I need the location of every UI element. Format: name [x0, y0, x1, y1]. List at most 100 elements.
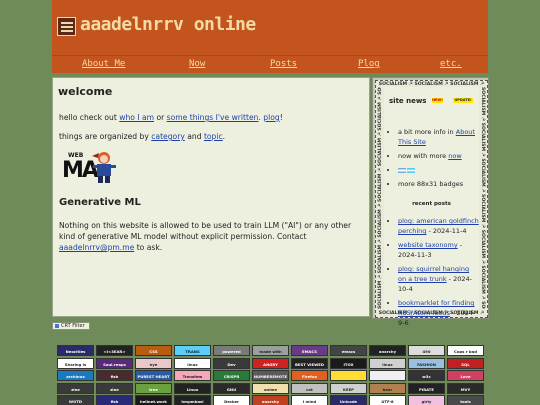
badge-88x31[interactable]: powered	[213, 345, 250, 356]
badge-88x31[interactable]: I mind	[291, 395, 328, 405]
badge-88x31[interactable]: emacs	[330, 345, 367, 356]
badge-88x31[interactable]: Cops r bad	[447, 345, 484, 356]
socialism-ribbon-left: SOCIALISM ☭ SOCIALISM ☭ SOCIALISM ☭ SOCI…	[377, 87, 384, 309]
badge-88x31[interactable]: anarchy	[369, 345, 406, 356]
badge-88x31[interactable]: SQL	[447, 357, 484, 369]
badge-88x31[interactable]: BEST VIEWED	[291, 357, 328, 369]
generative-ml-text: to ask.	[134, 243, 163, 252]
nav-plog[interactable]: Plog	[358, 59, 380, 69]
intro-paragraph: hello check out who I am or some things …	[59, 112, 365, 123]
badge-88x31[interactable]: Sharing is	[57, 357, 94, 369]
main-nav: About Me Now Posts Plog etc.	[52, 55, 488, 73]
badge-88x31[interactable]: tools	[447, 395, 484, 405]
written-link[interactable]: some things I've written	[167, 113, 259, 122]
recent-post-item: plog: squirrel hanging on a tree trunk -…	[398, 264, 479, 294]
category-link[interactable]: category	[151, 132, 185, 141]
badge-88x31[interactable]: EMACS	[291, 345, 328, 356]
badge-88x31[interactable]: linux	[174, 357, 211, 369]
badge-88x31[interactable]: cat	[291, 382, 328, 394]
recent-post-item: plog: american goldfinch perching - 2024…	[398, 216, 479, 236]
badge-88x31[interactable]: CRISPR	[213, 370, 250, 381]
badge-88x31[interactable]: <I<3EAR>	[96, 345, 133, 356]
badge-88x31[interactable]: Decker	[213, 395, 250, 405]
badge-88x31[interactable]: w3c	[408, 370, 445, 381]
crt-filter-toggle[interactable]: CRT Filter	[52, 322, 90, 330]
badge-88x31[interactable]: Firefox	[291, 370, 328, 381]
badge-88x31[interactable]: Unicode	[330, 395, 367, 405]
recent-post-link[interactable]: website taxonomy	[398, 241, 458, 249]
badge-88x31[interactable]: TRANS	[174, 345, 211, 356]
update-badge: UPDATE!	[453, 98, 473, 103]
socialism-ribbon-right-text: SOCIALISM ☭ SOCIALISM ☭ SOCIALISM ☭ SOCI…	[480, 87, 485, 309]
news-item: now with more now	[398, 151, 479, 161]
badge-88x31[interactable]	[330, 370, 367, 381]
organized-text: .	[222, 132, 226, 141]
badge-88x31[interactable]: KEEP	[330, 382, 367, 394]
main-content: welcome hello check out who I am or some…	[52, 77, 370, 317]
badge-88x31[interactable]	[369, 370, 406, 381]
news-item: a bit more info in About This Site	[398, 127, 479, 147]
intro-text: !	[279, 113, 283, 122]
badge-88x31[interactable]: fish	[96, 370, 133, 381]
badge-88x31[interactable]: bear	[369, 382, 406, 394]
badge-88x31[interactable]: zine	[96, 382, 133, 394]
organized-text: things are organized by	[59, 132, 152, 141]
badge-88x31[interactable]: ANGRY	[252, 357, 289, 369]
nav-about-me[interactable]: About Me	[82, 59, 125, 69]
nav-posts[interactable]: Posts	[270, 59, 297, 69]
site-title[interactable]: aaadelnrrv online	[80, 14, 256, 35]
badge-88x31[interactable]: GNU	[213, 382, 250, 394]
crt-filter-label: CRT Filter	[61, 323, 85, 329]
badge-88x31[interactable]: PUREST HEART	[135, 370, 172, 381]
sidebar-content: site news NEW! UPDATE! a bit more info i…	[384, 87, 479, 327]
badge-88x31[interactable]: Linux	[174, 382, 211, 394]
topic-link[interactable]: topic	[204, 132, 223, 141]
badge-88x31[interactable]: CSS	[135, 345, 172, 356]
badge-88x31[interactable]: anime	[252, 382, 289, 394]
news-item: more 88x31 badges	[398, 179, 479, 189]
socialism-ribbon-left-text: SOCIALISM ☭ SOCIALISM ☭ SOCIALISM ☭ SOCI…	[378, 87, 383, 309]
nav-etc[interactable]: etc.	[440, 59, 462, 69]
new-badge: NEW!	[432, 98, 443, 103]
badge-88x31[interactable]: Dev	[213, 357, 250, 369]
news-text: now with more	[398, 152, 449, 160]
badge-88x31[interactable]: NUMBEREMOTE	[252, 370, 289, 381]
badge-88x31[interactable]: ITOX	[330, 357, 367, 369]
argentina-flag-icon	[398, 167, 406, 173]
badge-88x31[interactable]: 490	[408, 345, 445, 356]
badge-88x31[interactable]: made with	[252, 345, 289, 356]
badge-88x31[interactable]: fish	[96, 395, 133, 405]
news-text: a bit more info in	[398, 128, 456, 136]
badge-88x31[interactable]: PIRATE	[408, 382, 445, 394]
badge-88x31[interactable]: archinux	[57, 370, 94, 381]
organized-paragraph: things are organized by category and top…	[59, 131, 365, 142]
badge-88x31[interactable]: Transfem	[174, 370, 211, 381]
welcome-heading: welcome	[58, 85, 113, 98]
site-logo-icon[interactable]	[57, 17, 76, 36]
badge-88x31[interactable]: WOTD	[57, 395, 94, 405]
badge-88x31[interactable]: hmpmbasi	[174, 395, 211, 405]
email-link[interactable]: aaadelnrrv@pm.me	[59, 243, 134, 252]
badge-88x31[interactable]: tree	[135, 382, 172, 394]
badge-88x31[interactable]: MVY	[447, 382, 484, 394]
badge-88x31[interactable]: hellnet.work	[135, 395, 172, 405]
badge-88x31[interactable]: zine	[57, 382, 94, 394]
badge-88x31[interactable]: Love	[447, 370, 484, 381]
news-text: more 88x31 badges	[398, 180, 464, 188]
socialism-ribbon-right: SOCIALISM ☭ SOCIALISM ☭ SOCIALISM ☭ SOCI…	[479, 87, 486, 309]
badge-88x31[interactable]: girly	[408, 395, 445, 405]
recent-posts-list: plog: american goldfinch perching - 2024…	[384, 216, 479, 328]
nav-now[interactable]: Now	[189, 59, 205, 69]
badge-88x31[interactable]: anarchy	[252, 395, 289, 405]
badge-88x31[interactable]: linux	[369, 357, 406, 369]
recent-post-item: website taxonomy - 2024-11-3	[398, 240, 479, 260]
badge-88x31[interactable]: UTF-8	[369, 395, 406, 405]
badge-88x31[interactable]: Neocities	[57, 345, 94, 356]
badge-88x31[interactable]: FASHION	[408, 357, 445, 369]
badge-88x31[interactable]: Soul.reaps	[96, 357, 133, 369]
badge-88x31[interactable]: eye	[135, 357, 172, 369]
trans-flag-icon	[407, 167, 415, 173]
who-i-am-link[interactable]: who I am	[119, 113, 154, 122]
plog-link[interactable]: plog	[263, 113, 279, 122]
now-link[interactable]: now	[448, 152, 461, 160]
